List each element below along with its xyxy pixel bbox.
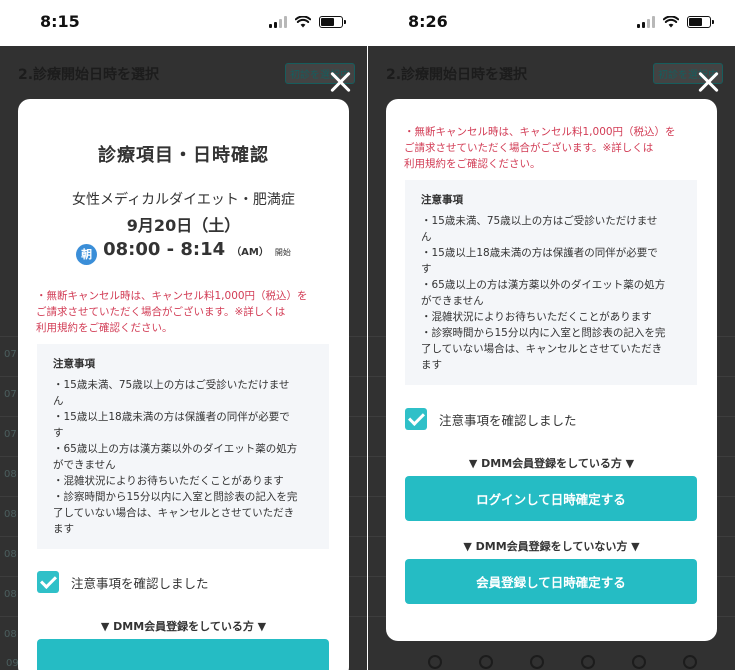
start-label: 開始 xyxy=(274,248,291,257)
battery-icon xyxy=(319,16,346,28)
notes-box: 注意事項 ・15歳未満、75歳以上の方はご受診いただけませ ん ・15歳以上18… xyxy=(405,180,697,385)
notes-line: ・15歳以上18歳未満の方は保護者の同伴が必要で xyxy=(421,247,658,259)
warning-line: 利用規約をご確認ください。 xyxy=(36,322,173,334)
notes-line: す xyxy=(53,427,64,439)
login-confirm-button[interactable]: ログインして日時確定する xyxy=(405,476,697,521)
login-confirm-button[interactable] xyxy=(37,639,329,670)
notes-line: ます xyxy=(53,523,74,535)
notes-heading: 注意事項 xyxy=(53,358,95,370)
cellular-signal-icon xyxy=(637,16,655,28)
register-confirm-button[interactable]: 会員登録して日時確定する xyxy=(405,559,697,604)
morning-badge: 朝 xyxy=(76,243,98,265)
appointment-date: 9月20日（土） xyxy=(126,216,241,235)
notes-line: ・65歳以上の方は漢方薬以外のダイエット薬の処方 xyxy=(53,443,298,455)
notes-line: ・15歳未満、75歳以上の方はご受診いただけませ xyxy=(421,215,658,227)
status-time: 8:26 xyxy=(408,12,448,31)
notes-line: 了していない場合は、キャンセルとさせていただき xyxy=(53,507,295,519)
confirm-checkbox-row[interactable]: 注意事項を確認しました xyxy=(37,571,209,593)
notes-line: ・診察時間から15分以内に入室と問診表の記入を完 xyxy=(53,491,298,503)
notes-line: ・混雑状況によりお待ちいただくことがあります xyxy=(421,311,652,323)
notes-line: ん xyxy=(53,395,64,407)
confirm-checkbox[interactable] xyxy=(37,571,59,593)
cellular-signal-icon xyxy=(269,16,287,28)
cancellation-warning: ・無断キャンセル時は、キャンセル料1,000円（税込）を ご請求させていただく場… xyxy=(404,124,703,172)
notes-line: ます xyxy=(421,359,442,371)
wifi-icon xyxy=(295,16,311,28)
member-section-label: ▼ DMM会員登録をしている方 ▼ xyxy=(468,457,635,470)
confirmation-modal-scrolled: ・無断キャンセル時は、キャンセル料1,000円（税込）を ご請求させていただく場… xyxy=(386,99,717,641)
notes-box: 注意事項 ・15歳未満、75歳以上の方はご受診いただけませ ん ・15歳以上18… xyxy=(37,344,329,549)
notes-line: ん xyxy=(421,231,432,243)
notes-line: ・診察時間から15分以内に入室と問診表の記入を完 xyxy=(421,327,666,339)
notes-heading: 注意事項 xyxy=(421,194,463,206)
close-icon[interactable] xyxy=(696,70,720,94)
notes-line: ・混雑状況によりお待ちいただくことがあります xyxy=(53,475,284,487)
warning-line: ご請求させていただく場合がございます。※詳しくは xyxy=(404,142,654,154)
notes-line: ・65歳以上の方は漢方薬以外のダイエット薬の処方 xyxy=(421,279,666,291)
battery-icon xyxy=(687,16,714,28)
time-range: 08:00 - 8:14 xyxy=(103,239,226,260)
confirm-label: 注意事項を確認しました xyxy=(439,412,577,428)
status-bar: 8:26 xyxy=(368,0,735,46)
member-section-label: ▼ DMM会員登録をしている方 ▼ xyxy=(100,620,267,633)
treatment-menu: 女性メディカルダイエット・肥満症 xyxy=(72,192,295,208)
notes-line: ができません xyxy=(421,295,484,307)
left-phone-screen: 8:15 2.診療開始日時を選択 初診を選択中 07 07 07 08 08 0… xyxy=(0,0,367,670)
confirmation-modal: 診療項目・日時確認 女性メディカルダイエット・肥満症 9月20日（土） 朝 08… xyxy=(18,99,349,670)
warning-line: 利用規約をご確認ください。 xyxy=(404,158,541,170)
status-time: 8:15 xyxy=(40,12,80,31)
warning-line: ・無断キャンセル時は、キャンセル料1,000円（税込）を xyxy=(36,290,308,302)
confirm-checkbox-row[interactable]: 注意事項を確認しました xyxy=(405,408,577,430)
modal-title: 診療項目・日時確認 xyxy=(98,145,269,166)
warning-line: ・無断キャンセル時は、キャンセル料1,000円（税込）を xyxy=(404,126,676,138)
notes-line: ができません xyxy=(53,459,116,471)
notes-line: ・15歳未満、75歳以上の方はご受診いただけませ xyxy=(53,379,290,391)
notes-line: ・15歳以上18歳未満の方は保護者の同伴が必要で xyxy=(53,411,290,423)
close-icon[interactable] xyxy=(328,70,352,94)
warning-line: ご請求させていただく場合がございます。※詳しくは xyxy=(36,306,286,318)
wifi-icon xyxy=(663,16,679,28)
am-label: （AM） xyxy=(231,247,269,258)
status-bar: 8:15 xyxy=(0,0,367,46)
right-phone-screen: 8:26 2.診療開始日時を選択 初診を選択中 ・無断キャンセル時は、キャンセル… xyxy=(368,0,735,670)
notes-line: 了していない場合は、キャンセルとさせていただき xyxy=(421,343,663,355)
confirm-checkbox[interactable] xyxy=(405,408,427,430)
confirm-label: 注意事項を確認しました xyxy=(71,575,209,591)
nonmember-section-label: ▼ DMM会員登録をしていない方 ▼ xyxy=(463,540,640,553)
cancellation-warning: ・無断キャンセル時は、キャンセル料1,000円（税込）を ご請求させていただく場… xyxy=(36,288,335,336)
appointment-time: 朝 08:00 - 8:14 （AM） 開始 xyxy=(18,239,349,265)
notes-line: す xyxy=(421,263,432,275)
